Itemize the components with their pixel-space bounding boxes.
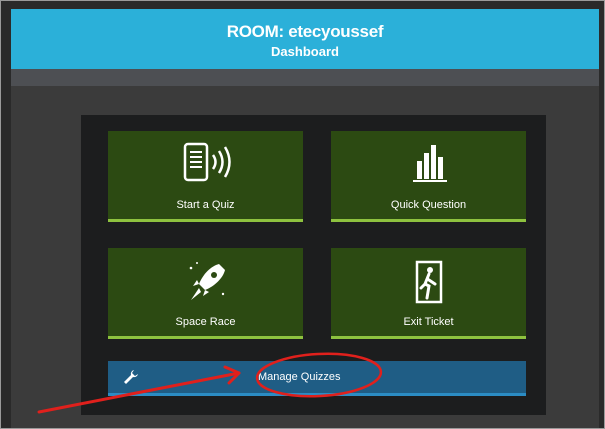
space-race-tile[interactable]: Space Race [108,248,303,339]
start-quiz-label: Start a Quiz [176,199,235,211]
space-race-label: Space Race [175,316,236,328]
exit-door-icon [407,258,451,311]
exit-ticket-tile[interactable]: Exit Ticket [331,248,526,339]
app-frame: ROOM: etecyoussef Dashboard Start a Quiz [0,0,605,429]
rocket-icon [181,258,231,311]
quick-question-label: Quick Question [390,199,467,211]
manage-quizzes-button[interactable]: Manage Quizzes [108,361,526,396]
wrench-icon [122,368,140,391]
room-title: ROOM: etecyoussef [226,22,384,41]
phone-broadcast-icon [171,141,241,190]
quick-question-tile[interactable]: Quick Question [331,131,526,222]
manage-quizzes-label: Manage Quizzes [258,371,341,383]
page-title: Dashboard [271,44,339,59]
bar-chart-icon [404,141,454,190]
exit-ticket-label: Exit Ticket [403,316,454,328]
start-quiz-tile[interactable]: Start a Quiz [108,131,303,222]
room-header: ROOM: etecyoussef Dashboard [11,9,599,69]
header-subbar [11,69,599,86]
